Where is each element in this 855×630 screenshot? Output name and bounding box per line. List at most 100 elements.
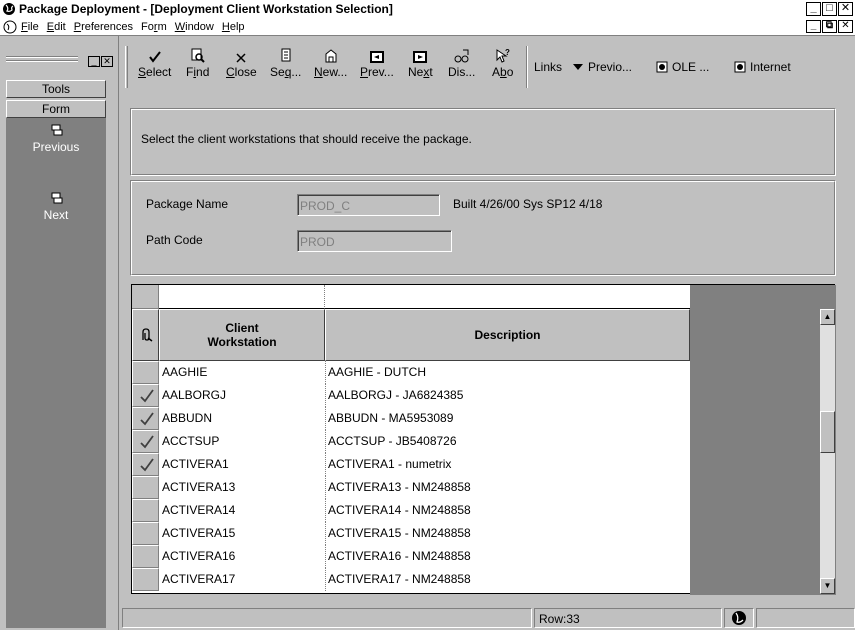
- package-name-field[interactable]: PROD_C: [297, 194, 440, 216]
- table-row[interactable]: ABBUDN ABBUDN - MA5953089: [132, 407, 690, 430]
- help-pointer-icon: ?: [496, 48, 510, 63]
- checkmark-icon: [148, 51, 161, 63]
- form-exits-panel: Previous Next: [6, 118, 106, 628]
- instruction-text: Select the client workstations that shou…: [141, 132, 472, 146]
- previous-exit-button[interactable]: Previous: [6, 124, 106, 154]
- ole-icon: [656, 61, 668, 73]
- menu-file[interactable]: File: [21, 21, 39, 33]
- path-code-field[interactable]: PROD: [297, 230, 452, 252]
- about-button[interactable]: ? Abo: [492, 46, 513, 79]
- mdi-minimize-button[interactable]: _: [806, 20, 821, 33]
- table-row[interactable]: AAGHIE AAGHIE - DUTCH: [132, 361, 690, 384]
- internet-link[interactable]: Internet: [734, 60, 791, 74]
- prev-record-icon: [369, 51, 384, 63]
- row-selector[interactable]: [132, 453, 159, 476]
- prev-button[interactable]: Prev...: [360, 46, 394, 79]
- table-row[interactable]: ACTIVERA13 ACTIVERA13 - NM248858: [132, 476, 690, 499]
- build-info-text: Built 4/26/00 Sys SP12 4/18: [453, 197, 603, 211]
- tools-tab[interactable]: Tools: [6, 80, 106, 98]
- form-tab[interactable]: Form: [6, 100, 106, 118]
- previous-label: Previous: [32, 140, 80, 154]
- pane-minimize-button[interactable]: _: [88, 56, 100, 67]
- check-icon: [140, 458, 154, 472]
- table-row[interactable]: ACTIVERA15 ACTIVERA15 - NM248858: [132, 522, 690, 545]
- new-button[interactable]: New...: [314, 46, 347, 79]
- column-header-workstation[interactable]: Client Workstation: [159, 309, 325, 361]
- status-extra-field: [756, 608, 855, 628]
- window-title: Package Deployment - [Deployment Client …: [19, 2, 393, 16]
- row-selector[interactable]: [132, 430, 159, 453]
- attachment-clip-icon: [141, 328, 152, 342]
- check-icon: [140, 412, 154, 426]
- new-icon: [325, 49, 337, 63]
- document-globe-icon: [3, 20, 17, 33]
- scroll-up-arrow-icon[interactable]: ▲: [820, 309, 835, 325]
- row-count-field: Row:33: [534, 608, 722, 628]
- display-icon: [454, 49, 469, 63]
- next-page-icon: [51, 192, 63, 204]
- next-label: Next: [43, 208, 69, 222]
- network-globe-icon: [732, 611, 746, 625]
- form-content: Select the client workstations that shou…: [122, 100, 855, 630]
- internet-icon: [734, 61, 746, 73]
- row-selector[interactable]: [132, 499, 159, 522]
- scroll-thumb[interactable]: [820, 411, 835, 453]
- row-selector[interactable]: [132, 361, 159, 384]
- close-x-icon: [236, 53, 246, 63]
- row-selector[interactable]: [132, 384, 159, 407]
- pane-close-button[interactable]: ✕: [101, 56, 113, 67]
- find-button[interactable]: Find: [186, 46, 209, 79]
- header-fields-panel: Package Name PROD_C Built 4/26/00 Sys SP…: [130, 180, 836, 276]
- instruction-panel: Select the client workstations that shou…: [130, 108, 836, 176]
- scroll-down-arrow-icon[interactable]: ▼: [820, 578, 835, 594]
- toolbar: Select Find Close Seq... New... Prev... …: [122, 36, 855, 100]
- table-row[interactable]: ACCTSUP ACCTSUP - JB5408726: [132, 430, 690, 453]
- column-header-description[interactable]: Description: [325, 309, 690, 361]
- restore-button[interactable]: □: [822, 2, 837, 16]
- row-selector[interactable]: [132, 545, 159, 568]
- dropdown-arrow-icon: [573, 64, 583, 70]
- menu-help[interactable]: Help: [222, 21, 245, 33]
- menu-preferences[interactable]: Preferences: [74, 21, 133, 33]
- row-selector[interactable]: [132, 568, 159, 591]
- display-button[interactable]: Dis...: [448, 46, 475, 79]
- check-icon: [140, 389, 154, 403]
- menu-form[interactable]: Form: [141, 21, 167, 33]
- grid-vertical-scrollbar[interactable]: ▲ ▼: [820, 309, 835, 594]
- status-bar: Row:33: [122, 606, 855, 630]
- row-selector[interactable]: [132, 476, 159, 499]
- table-row[interactable]: ACTIVERA17 ACTIVERA17 - NM248858: [132, 568, 690, 591]
- table-row[interactable]: ACTIVERA16 ACTIVERA16 - NM248858: [132, 545, 690, 568]
- ole-link[interactable]: OLE ...: [656, 60, 709, 74]
- mdi-close-button[interactable]: ✕: [838, 20, 853, 33]
- qbe-workstation-input[interactable]: [159, 285, 325, 309]
- next-exit-button[interactable]: Next: [6, 192, 106, 222]
- row-selector[interactable]: [132, 522, 159, 545]
- menu-edit[interactable]: Edit: [47, 21, 66, 33]
- select-button[interactable]: Select: [138, 46, 171, 79]
- row-select-header[interactable]: [132, 309, 159, 361]
- table-row[interactable]: ACTIVERA14 ACTIVERA14 - NM248858: [132, 499, 690, 522]
- links-menu[interactable]: Links: [534, 60, 562, 74]
- sequence-button[interactable]: Seq...: [270, 46, 301, 79]
- minimize-button[interactable]: _: [806, 2, 821, 16]
- qbe-description-input[interactable]: [325, 285, 690, 309]
- status-message-field: [122, 608, 532, 628]
- svg-text:?: ?: [505, 48, 510, 57]
- check-icon: [140, 435, 154, 449]
- close-button[interactable]: Close: [226, 46, 257, 79]
- close-window-button[interactable]: ✕: [838, 2, 853, 16]
- app-globe-icon: [3, 3, 15, 15]
- mdi-restore-button[interactable]: ⧉: [822, 20, 837, 33]
- menu-window[interactable]: Window: [175, 21, 214, 33]
- sequence-icon: [281, 48, 291, 62]
- find-icon: [191, 48, 205, 63]
- table-row[interactable]: AALBORGJ AALBORGJ - JA6824385: [132, 384, 690, 407]
- next-record-icon: [413, 51, 428, 63]
- row-selector[interactable]: [132, 407, 159, 430]
- next-button[interactable]: Next: [408, 46, 433, 79]
- workstation-grid: Client Workstation Description AAGHIE AAG…: [131, 284, 836, 595]
- previo-link[interactable]: Previo...: [572, 60, 632, 74]
- table-row[interactable]: ACTIVERA1 ACTIVERA1 - numetrix: [132, 453, 690, 476]
- path-code-label: Path Code: [146, 233, 203, 247]
